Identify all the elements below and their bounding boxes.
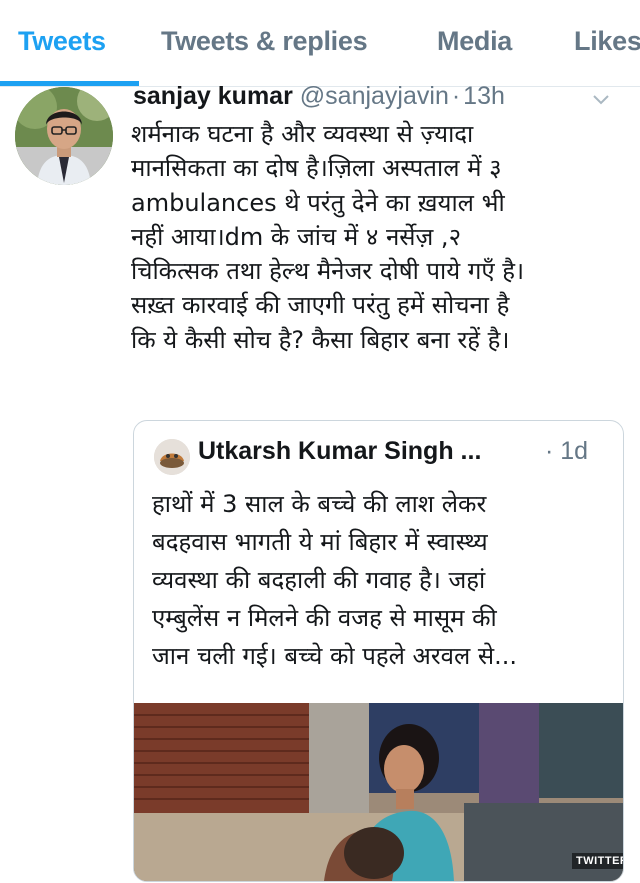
tweet-text-line: सख़्त कारवाई की जाएगी परंतु हमें सोचना ह…	[131, 291, 510, 320]
tweet-text-line: कि ये कैसी सोच है? कैसा बिहार बना रहें ह…	[131, 325, 510, 354]
separator-dot: ·	[451, 82, 461, 110]
quoted-media-image[interactable]: TWITTER	[134, 703, 623, 881]
tweet-text-line: चिकित्सक तथा हेल्थ मैनेजर दोषी पाये गएँ …	[131, 257, 525, 286]
author-name[interactable]: sanjay kumar	[133, 82, 293, 110]
tab-media[interactable]: Media	[437, 26, 512, 57]
tweet-timestamp[interactable]: 13h	[463, 82, 505, 110]
active-tab-indicator	[0, 81, 139, 86]
tweet-text: शर्मनाक घटना है और व्यवस्था से ज़्यादा म…	[131, 117, 631, 357]
author-handle[interactable]: @sanjayjavin	[300, 82, 449, 110]
tweet-header: sanjay kumar @sanjayjavin · 13h	[133, 82, 505, 116]
chevron-down-icon[interactable]	[592, 92, 610, 106]
tweet-text-line: नहीं आया।dm के जांच में ४ नर्सेज़ ,२	[131, 222, 462, 251]
quoted-author-name[interactable]: Utkarsh Kumar Singh ...	[198, 437, 481, 465]
tab-tweets-and-replies[interactable]: Tweets & replies	[161, 26, 368, 57]
quoted-timestamp[interactable]: · 1d	[545, 437, 588, 466]
quoted-text-line: हाथों में 3 साल के बच्चे की लाश लेकर	[152, 490, 487, 518]
tweet-text-line: ambulances थे परंतु देने का ख़याल भी	[131, 188, 505, 217]
quoted-text-line: एम्बुलेंस न मिलने की वजह से मासूम की	[152, 604, 497, 632]
quoted-tweet-card[interactable]: Utkarsh Kumar Singh ... · 1d हाथों में 3…	[133, 420, 624, 882]
tab-tweets[interactable]: Tweets	[18, 26, 106, 57]
quoted-text-line: बदहवास भागती ये मां बिहार में स्वास्थ्य	[152, 528, 488, 556]
quoted-text-line: व्यवस्था की बदहाली की गवाह है। जहां	[152, 566, 486, 594]
tab-likes[interactable]: Likes	[574, 26, 640, 57]
profile-tabs: Tweets Tweets & replies Media Likes	[0, 0, 640, 87]
avatar[interactable]	[15, 87, 113, 185]
quoted-header: Utkarsh Kumar Singh ...	[198, 437, 481, 466]
quoted-text-line: जान चली गई। बच्चे को पहले अरवल से...	[152, 642, 518, 670]
twitter-watermark: TWITTER	[572, 853, 623, 869]
tweet-text-line: मानसिकता का दोष है।ज़िला अस्पताल में ३	[131, 154, 502, 183]
quoted-tweet-text: हाथों में 3 साल के बच्चे की लाश लेकर बदह…	[152, 485, 612, 675]
quoted-avatar[interactable]	[154, 439, 190, 475]
tweet-text-line: शर्मनाक घटना है और व्यवस्था से ज़्यादा	[131, 120, 474, 148]
